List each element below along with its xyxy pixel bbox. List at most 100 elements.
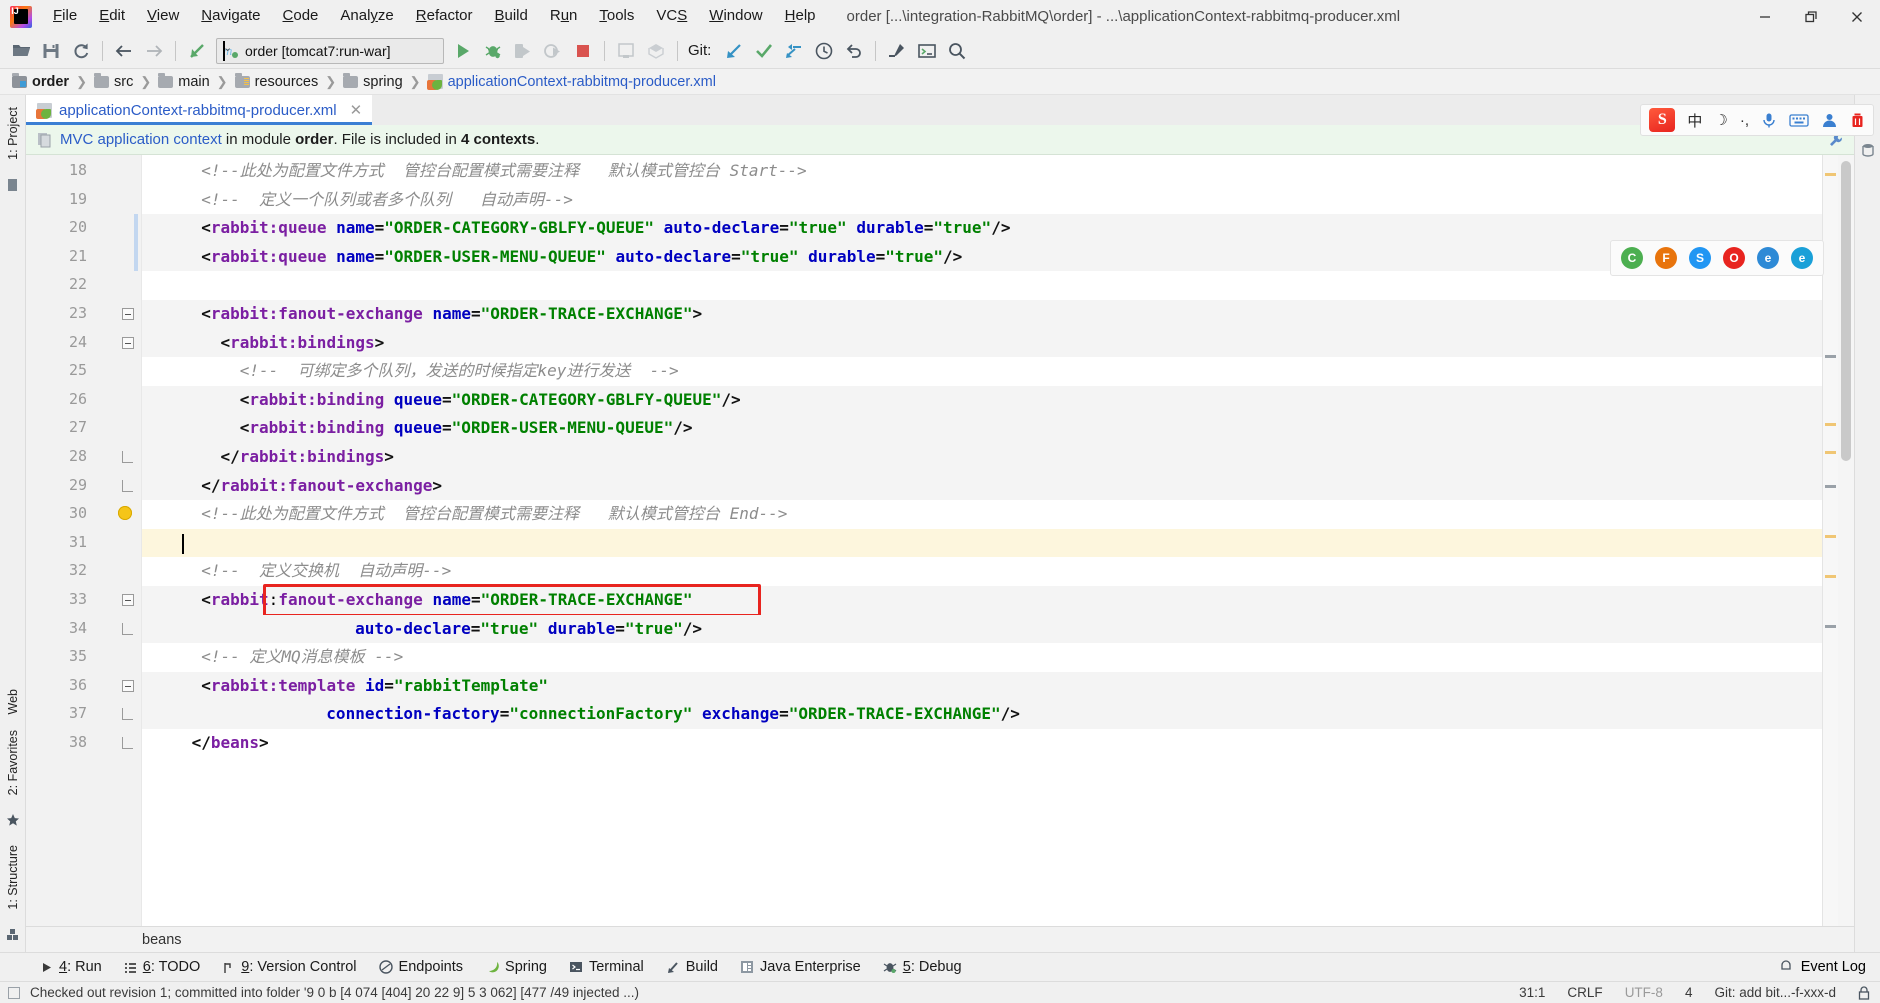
stop-icon[interactable] (568, 36, 598, 66)
mvc-application-context-link[interactable]: MVC application context (60, 131, 222, 148)
editor-gutter[interactable]: 18 19 20 21 22 23 24 25 26 27 28 29 30 31 32 33 34 35 36 37… (26, 155, 142, 926)
commit-icon[interactable] (749, 36, 779, 66)
tool-window-build[interactable]: Build (656, 956, 728, 978)
fold-region-end-icon[interactable] (122, 622, 133, 635)
fold-region-end-icon[interactable] (122, 737, 133, 749)
firefox-icon[interactable]: F (1655, 247, 1677, 269)
edge-icon[interactable]: e (1757, 247, 1779, 269)
code-line[interactable]: <rabbit:bindings> (220, 329, 384, 358)
ime-button[interactable]: ☽ (1714, 111, 1727, 129)
menu-item-build[interactable]: Build (483, 4, 538, 29)
fold-region-end-icon[interactable] (122, 708, 133, 721)
marker-tick[interactable] (1825, 451, 1836, 454)
menu-item-vcs[interactable]: VCS (645, 4, 698, 29)
event-log-label[interactable]: Event Log (1801, 959, 1866, 975)
close-button[interactable] (1834, 0, 1880, 33)
fold-collapse-icon[interactable] (122, 336, 134, 349)
status-caret-position[interactable]: 31:1 (1519, 985, 1545, 1000)
code-line[interactable]: <rabbit:binding queue="ORDER-USER-MENU-Q… (240, 414, 693, 443)
tool-window-spring[interactable]: Spring (475, 956, 557, 978)
editor-tab-applicationcontext-rabbitmq-producer[interactable]: applicationContext-rabbitmq-producer.xml… (26, 95, 373, 125)
breadcrumb-item-spring[interactable]: spring (339, 72, 407, 90)
code-line[interactable]: <rabbit:queue name="ORDER-CATEGORY-GBLFY… (201, 214, 1010, 243)
fold-region-end-icon[interactable] (122, 479, 133, 492)
menu-item-view[interactable]: View (136, 4, 190, 29)
sidebar-item-favorites[interactable]: 2: Favorites (2, 722, 24, 803)
code-area[interactable]: <!--此处为配置文件方式 管控台配置模式需要注释 默认模式管控台 Start-… (142, 155, 1822, 926)
trash-icon[interactable] (1850, 112, 1865, 129)
sidebar-item-web[interactable]: Web (2, 681, 24, 722)
menu-item-run[interactable]: Run (539, 4, 589, 29)
marker-tick[interactable] (1825, 355, 1836, 358)
save-all-icon[interactable] (36, 36, 66, 66)
vcs-change-marker[interactable] (134, 214, 138, 243)
menu-item-file[interactable]: File (42, 4, 88, 29)
menu-item-analyze[interactable]: Analyze (329, 4, 404, 29)
code-line[interactable]: </beans> (192, 729, 269, 758)
push-icon[interactable] (779, 36, 809, 66)
status-line-separator[interactable]: CRLF (1567, 985, 1602, 1000)
chrome-icon[interactable]: C (1621, 247, 1643, 269)
project-files-icon[interactable] (4, 176, 22, 194)
search-everywhere-icon[interactable] (942, 36, 972, 66)
run-with-coverage-icon[interactable] (508, 36, 538, 66)
run-icon[interactable] (448, 36, 478, 66)
ie-icon[interactable]: e (1791, 247, 1813, 269)
history-icon[interactable] (809, 36, 839, 66)
code-line[interactable]: connection-factory="connectionFactory" e… (326, 700, 1020, 729)
breadcrumb-item-order[interactable]: order (8, 72, 73, 90)
close-icon[interactable]: ✕ (350, 101, 363, 119)
chevron-down-icon[interactable]: ⌄ (223, 40, 232, 61)
status-encoding[interactable]: UTF-8 (1625, 985, 1663, 1000)
attach-debugger-icon[interactable] (611, 36, 641, 66)
menu-item-refactor[interactable]: Refactor (405, 4, 484, 29)
breadcrumb-item-main[interactable]: main (154, 72, 213, 90)
navigate-back-icon[interactable] (109, 36, 139, 66)
minimize-button[interactable] (1742, 0, 1788, 33)
status-branch[interactable]: Git: add bit...-f-xxx-d (1714, 985, 1836, 1000)
code-line[interactable]: <!-- 定义MQ消息模板 --> (201, 643, 403, 672)
rollback-icon[interactable] (839, 36, 869, 66)
intention-bulb-icon[interactable] (118, 506, 132, 521)
sogou-ime-logo-icon[interactable]: S (1649, 108, 1676, 132)
code-line[interactable]: <!--此处为配置文件方式 管控台配置模式需要注释 默认模式管控台 End--> (201, 500, 787, 529)
star-icon[interactable] (4, 811, 22, 829)
sidebar-item-structure[interactable]: 1: Structure (2, 837, 24, 918)
tool-window-java-enterprise[interactable]: Java Enterprise (730, 956, 871, 978)
fold-collapse-icon[interactable] (122, 679, 134, 692)
scrollbar-thumb[interactable] (1841, 161, 1851, 461)
sidebar-item-project[interactable]: 1: Project (2, 99, 24, 168)
breadcrumb-item-src[interactable]: src (90, 72, 137, 90)
menu-item-navigate[interactable]: Navigate (190, 4, 271, 29)
menu-item-tools[interactable]: Tools (588, 4, 645, 29)
sync-icon[interactable] (66, 36, 96, 66)
code-line[interactable]: </rabbit:bindings> (220, 443, 393, 472)
fold-collapse-icon[interactable] (122, 308, 134, 320)
breadcrumb-item-applicationcontext-rabbitmq-producer-xml[interactable]: applicationContext-rabbitmq-producer.xml (424, 74, 720, 90)
vcs-change-marker[interactable] (134, 242, 138, 272)
keyboard-icon[interactable] (1789, 113, 1809, 127)
tool-window-terminal[interactable]: Terminal (559, 956, 654, 978)
lock-icon[interactable] (1858, 985, 1870, 1000)
maximize-restore-button[interactable] (1788, 0, 1834, 33)
menu-item-code[interactable]: Code (272, 4, 330, 29)
fold-region-end-icon[interactable] (122, 451, 133, 463)
fold-collapse-icon[interactable] (122, 594, 134, 606)
marker-tick[interactable] (1825, 575, 1836, 578)
safari-icon[interactable]: S (1689, 247, 1711, 269)
tool-window-run[interactable]: 4: Run (30, 956, 112, 978)
marker-tick[interactable] (1825, 423, 1836, 426)
settings-icon[interactable] (882, 36, 912, 66)
profile-icon[interactable] (538, 36, 568, 66)
run-anything-icon[interactable] (912, 36, 942, 66)
code-line[interactable]: <rabbit:template id="rabbitTemplate" (201, 672, 548, 701)
open-icon[interactable] (6, 36, 36, 66)
code-line[interactable]: </rabbit:fanout-exchange> (201, 472, 442, 501)
mic-icon[interactable] (1761, 112, 1777, 129)
status-indent[interactable]: 4 (1685, 985, 1693, 1000)
tool-window-version-control[interactable]: 9: Version Control (212, 956, 366, 978)
code-line[interactable]: <!--此处为配置文件方式 管控台配置模式需要注释 默认模式管控台 Start-… (201, 157, 806, 186)
breadcrumb-item-resources[interactable]: resources (231, 72, 323, 90)
structure-grid-icon[interactable] (4, 926, 22, 944)
navigate-forward-icon[interactable] (139, 36, 169, 66)
